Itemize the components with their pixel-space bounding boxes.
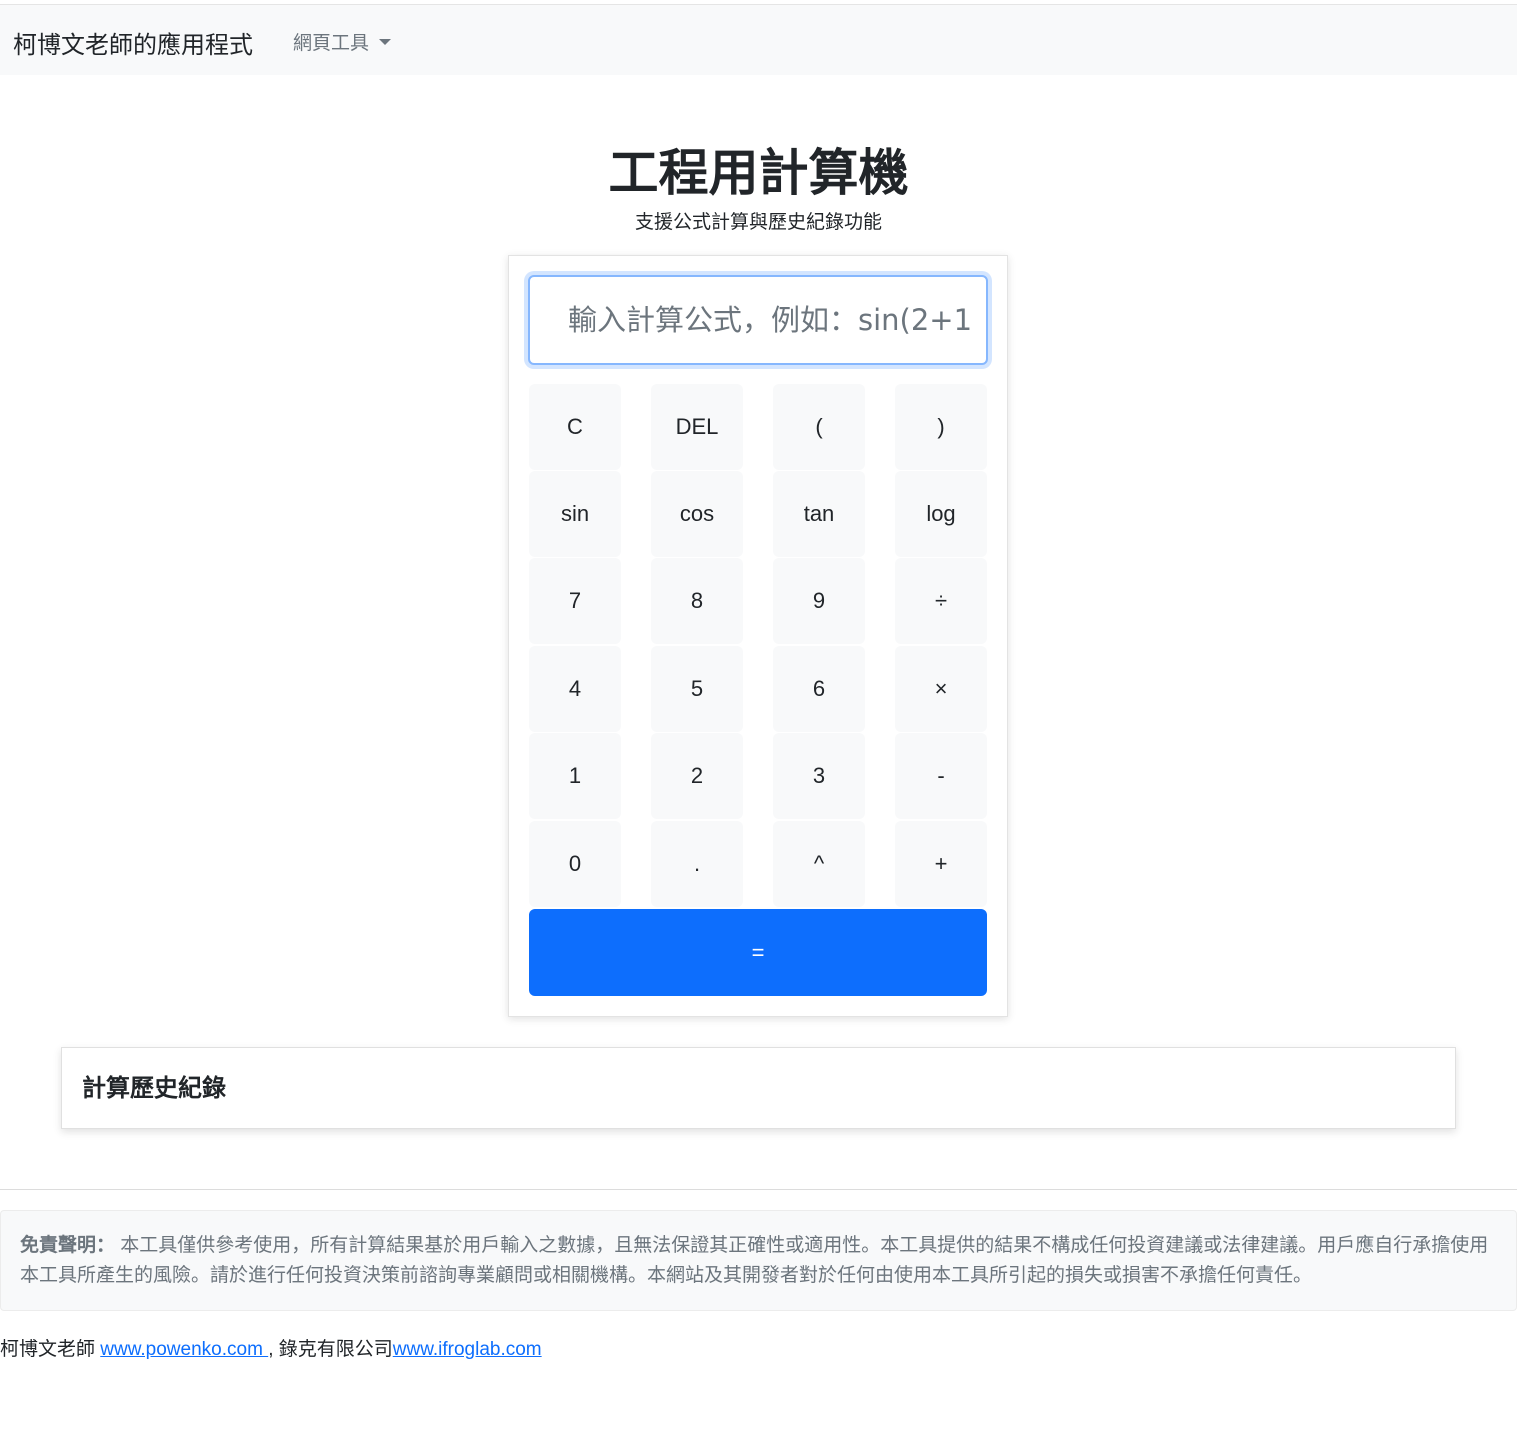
page-subtitle: 支援公式計算與歷史紀錄功能: [634, 212, 882, 233]
key-minus-button[interactable]: -: [895, 733, 987, 819]
key-0-button[interactable]: 0: [529, 821, 621, 907]
page-title: 工程用計算機: [608, 145, 909, 201]
key-decimal-button[interactable]: .: [651, 821, 743, 907]
key-8-button[interactable]: 8: [651, 558, 743, 644]
disclaimer-label: 免責聲明：: [20, 1235, 116, 1256]
key-divide-button[interactable]: ÷: [895, 558, 987, 644]
web-tools-dropdown-label: 網頁工具: [293, 33, 370, 54]
key-6-button[interactable]: 6: [773, 646, 865, 732]
footer-author-text: 柯博文老師: [0, 1339, 101, 1360]
footer: 柯博文老師 www.powenko.com , 錄克有限公司www.ifrogl…: [0, 1334, 542, 1361]
key-clear-button[interactable]: C: [529, 384, 621, 470]
section-divider: [0, 1189, 1517, 1190]
key-2-button[interactable]: 2: [651, 733, 743, 819]
key-plus-button[interactable]: +: [895, 821, 987, 907]
footer-company-text: , 錄克有限公司: [268, 1339, 393, 1360]
key-5-button[interactable]: 5: [651, 646, 743, 732]
disclaimer-text: 本工具僅供參考使用，所有計算結果基於用戶輸入之數據，且無法保證其正確性或適用性。…: [20, 1235, 1489, 1286]
key-tan-button[interactable]: tan: [773, 471, 865, 557]
key-sin-button[interactable]: sin: [529, 471, 621, 557]
caret-down-icon: [379, 38, 392, 45]
key-open-paren-button[interactable]: (: [773, 384, 865, 470]
navbar-brand[interactable]: 柯博文老師的應用程式: [13, 25, 253, 60]
history-card: 計算歷史紀錄: [61, 1047, 1456, 1129]
ifroglab-link[interactable]: www.ifroglab.com: [393, 1339, 542, 1360]
web-tools-dropdown[interactable]: 網頁工具: [293, 28, 392, 55]
disclaimer-box: 免責聲明： 本工具僅供參考使用，所有計算結果基於用戶輸入之數據，且無法保證其正確…: [0, 1210, 1517, 1311]
key-multiply-button[interactable]: ×: [895, 646, 987, 732]
formula-input[interactable]: [528, 275, 988, 365]
key-9-button[interactable]: 9: [773, 558, 865, 644]
history-title: 計算歷史紀錄: [82, 1075, 226, 1102]
key-1-button[interactable]: 1: [529, 733, 621, 819]
key-cos-button[interactable]: cos: [651, 471, 743, 557]
calculator-card: C DEL () sincostanlog 789 ÷ 456 × 123- 0. ^ + =: [508, 255, 1008, 1017]
navbar: 柯博文老師的應用程式 網頁工具: [0, 4, 1517, 75]
key-7-button[interactable]: 7: [529, 558, 621, 644]
key-3-button[interactable]: 3: [773, 733, 865, 819]
equals-button[interactable]: =: [529, 909, 987, 996]
key-power-button[interactable]: ^: [773, 821, 865, 907]
key-delete-button[interactable]: DEL: [651, 384, 743, 470]
key-close-paren-button[interactable]: ): [895, 384, 987, 470]
powenko-link[interactable]: www.powenko.com: [100, 1339, 268, 1360]
key-log-button[interactable]: log: [895, 471, 987, 557]
key-4-button[interactable]: 4: [529, 646, 621, 732]
